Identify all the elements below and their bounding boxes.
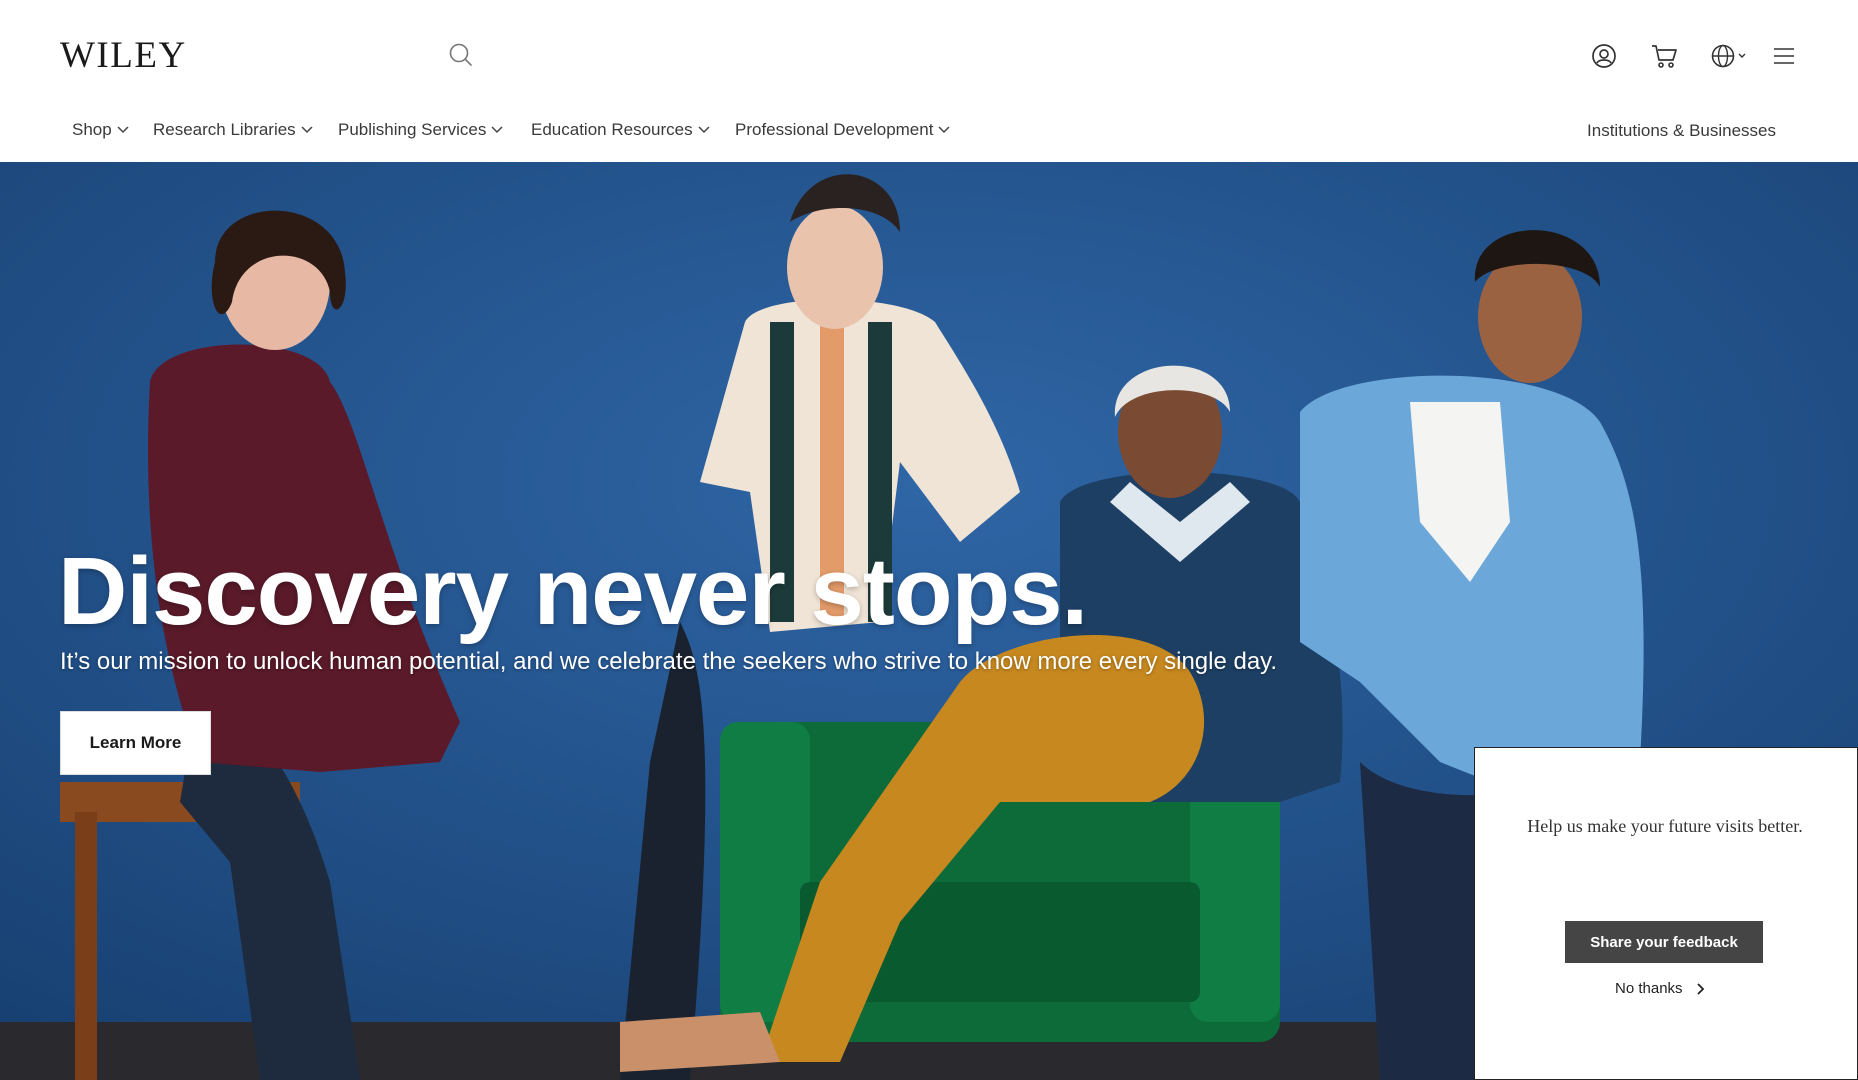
- globe-icon[interactable]: [1710, 42, 1748, 70]
- nav-item-label: Shop: [72, 120, 112, 139]
- menu-icon[interactable]: [1770, 42, 1798, 70]
- hero-subtitle: It’s our mission to unlock human potenti…: [60, 648, 1278, 675]
- nav-item-publishing-services[interactable]: Publishing Services: [338, 120, 503, 140]
- account-icon[interactable]: [1590, 42, 1618, 70]
- chevron-down-icon: [938, 126, 950, 134]
- nav-item-shop[interactable]: Shop: [72, 120, 129, 140]
- nav-item-label: Professional Development: [735, 120, 934, 139]
- institutions-businesses-link[interactable]: Institutions & Businesses: [1587, 121, 1776, 141]
- chevron-down-icon: [117, 126, 129, 134]
- search-input[interactable]: [482, 38, 1122, 72]
- nav-item-professional-development[interactable]: Professional Development: [735, 120, 950, 140]
- chevron-right-icon: [1696, 982, 1705, 995]
- feedback-message: Help us make your future visits better.: [1527, 816, 1803, 836]
- search-icon[interactable]: [448, 42, 474, 68]
- nav-item-label: Research Libraries: [153, 120, 296, 139]
- cart-icon[interactable]: [1650, 42, 1678, 70]
- chevron-down-icon: [301, 126, 313, 134]
- no-thanks-link[interactable]: No thanks: [1615, 980, 1705, 997]
- nav-item-research-libraries[interactable]: Research Libraries: [153, 120, 313, 140]
- hero-title: Discovery never stops.: [58, 538, 1088, 645]
- nav-item-label: Education Resources: [531, 120, 693, 139]
- nav-item-label: Publishing Services: [338, 120, 487, 139]
- no-thanks-label: No thanks: [1615, 980, 1683, 997]
- site-header: WILEY Shop Research Libraries Publishing…: [0, 0, 1858, 162]
- chevron-down-icon: [491, 126, 503, 134]
- share-feedback-button[interactable]: Share your feedback: [1565, 921, 1763, 963]
- nav-item-education-resources[interactable]: Education Resources: [531, 120, 710, 140]
- main-nav: Shop Research Libraries Publishing Servi…: [0, 114, 1858, 148]
- learn-more-button[interactable]: Learn More: [60, 711, 211, 775]
- feedback-popup: Help us make your future visits better. …: [1474, 747, 1858, 1080]
- chevron-down-icon: [698, 126, 710, 134]
- wiley-logo[interactable]: WILEY: [60, 34, 187, 77]
